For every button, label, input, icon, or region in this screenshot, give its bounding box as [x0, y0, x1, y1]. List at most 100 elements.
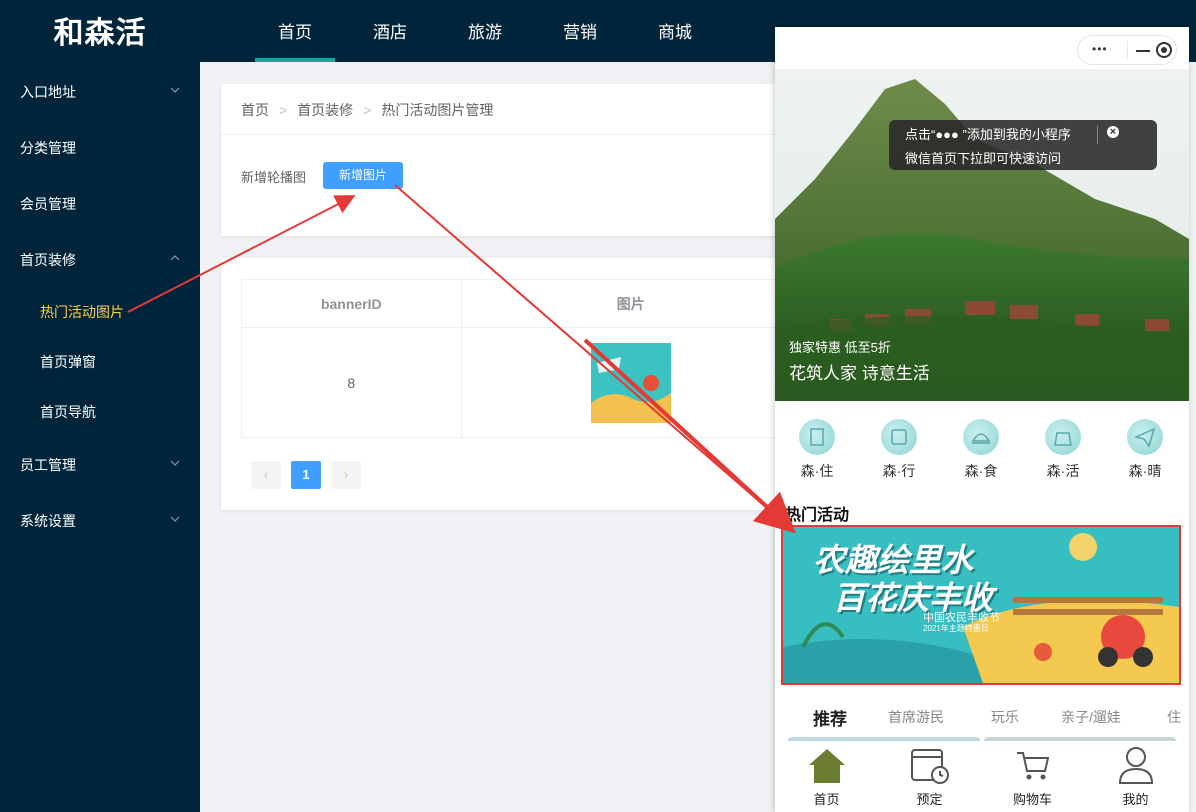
tooltip-divider	[1097, 126, 1098, 144]
sidebar-item-member[interactable]: 会员管理	[0, 184, 200, 224]
sidebar-item-home-popup[interactable]: 首页弹窗	[0, 342, 200, 382]
new-banner-label: 新增轮播图	[241, 170, 307, 185]
breadcrumb-separator: >	[363, 102, 372, 118]
divider	[221, 134, 791, 135]
banner-id-cell: 8	[241, 327, 462, 438]
category-label: 森·活	[1046, 463, 1080, 479]
table-card: bannerID 图片 8 ‹ 1 ›	[221, 258, 802, 510]
capsule-menu: •••	[1077, 35, 1177, 65]
chevron-down-icon	[170, 72, 180, 112]
sidebar-item-label: 首页弹窗	[40, 354, 96, 370]
sidebar-item-label: 热门活动图片	[40, 304, 124, 320]
breadcrumb-home[interactable]: 首页	[241, 102, 269, 118]
cart-icon	[1017, 752, 1050, 780]
image-cell	[460, 327, 802, 438]
tabbar-label: 我的	[1122, 792, 1149, 807]
close-icon[interactable]: ×	[1107, 126, 1119, 138]
sidebar-item-label: 系统设置	[20, 513, 76, 529]
sidebar-item-label: 分类管理	[20, 140, 76, 156]
pagination-prev[interactable]: ‹	[251, 461, 281, 489]
column-header-image: 图片	[460, 279, 802, 328]
tab-hotel[interactable]: 酒店	[350, 0, 430, 62]
minimize-icon[interactable]	[1136, 50, 1150, 52]
sidebar-item-label: 会员管理	[20, 196, 76, 212]
tabbar-mine[interactable]: 我的	[1084, 741, 1187, 812]
category-stay[interactable]: 森·住	[787, 419, 847, 481]
category-sunny[interactable]: 森·晴	[1115, 419, 1175, 481]
tab-mall[interactable]: 商城	[635, 0, 715, 62]
feed-tab-chief-traveler[interactable]: 首席游民	[888, 707, 944, 727]
hero-banner[interactable]: 独家特惠 低至5折 花筑人家 诗意生活	[775, 69, 1189, 401]
category-label: 森·食	[964, 463, 998, 479]
more-icon[interactable]: •••	[1092, 42, 1108, 56]
tabbar-booking[interactable]: 预定	[878, 741, 981, 812]
tooltip-line-2: 微信首页下拉即可快速访问	[905, 151, 1062, 166]
close-miniprogram-icon[interactable]	[1156, 42, 1172, 58]
sidebar-item-entry-address[interactable]: 入口地址	[0, 72, 200, 112]
bag-icon	[1045, 419, 1081, 455]
tabbar-cart[interactable]: 购物车	[981, 741, 1084, 812]
form-card: 首页 > 首页装修 > 热门活动图片管理 新增轮播图 新增图片	[221, 84, 791, 236]
feed-tab-stay[interactable]: 住	[1167, 707, 1181, 727]
hero-title: 花筑人家 诗意生活	[789, 364, 930, 383]
capsule-divider	[1127, 41, 1128, 59]
sidebar-item-label: 首页导航	[40, 404, 96, 420]
tab-home[interactable]: 首页	[255, 0, 335, 62]
banner-table: bannerID 图片 8	[241, 279, 802, 438]
pagination-page-1[interactable]: 1	[291, 461, 321, 489]
app-logo: 和森活	[53, 16, 147, 51]
breadcrumb-separator: >	[279, 102, 288, 118]
tabbar-label: 购物车	[1012, 792, 1052, 807]
breadcrumb: 首页 > 首页装修 > 热门活动图片管理	[241, 100, 493, 120]
chevron-up-icon	[170, 240, 180, 280]
tabbar-label: 预定	[916, 792, 943, 807]
feed-tab-recommend[interactable]: 推荐	[813, 705, 847, 730]
sidebar-item-settings[interactable]: 系统设置	[0, 501, 200, 541]
column-header-banner-id: bannerID	[241, 279, 462, 328]
category-label: 森·行	[882, 463, 916, 479]
user-icon	[1118, 747, 1154, 784]
chevron-down-icon	[170, 445, 180, 485]
hero-subtitle: 独家特惠 低至5折	[789, 340, 891, 355]
tab-marketing[interactable]: 营销	[540, 0, 620, 62]
paper-plane-icon	[1127, 419, 1163, 455]
feed-tab-family[interactable]: 亲子/遛娃	[1061, 707, 1121, 727]
miniprogram-preview: ••• 独家特惠 低至5折 花筑人家 诗意生活 点击“●●● ”添加到我的小程序…	[775, 27, 1189, 812]
category-travel[interactable]: 森·行	[869, 419, 929, 481]
add-miniprogram-tooltip: 点击“●●● ”添加到我的小程序 微信首页下拉即可快速访问 ×	[889, 120, 1157, 170]
pagination-next[interactable]: ›	[331, 461, 361, 489]
tabbar-home[interactable]: 首页	[775, 741, 878, 812]
sidebar: 和森活 入口地址 分类管理 会员管理 首页装修 热门活动图片 首页弹窗 首页导航…	[0, 0, 200, 812]
sidebar-item-hot-activity-image[interactable]: 热门活动图片	[0, 292, 200, 332]
sidebar-item-home-decor[interactable]: 首页装修	[0, 240, 200, 280]
sidebar-item-label: 入口地址	[20, 84, 76, 100]
sidebar-item-home-nav[interactable]: 首页导航	[0, 392, 200, 432]
home-icon	[809, 749, 845, 783]
feed-tab-play[interactable]: 玩乐	[991, 707, 1019, 727]
table-header-row: bannerID 图片	[241, 279, 802, 328]
breadcrumb-current: 热门活动图片管理	[381, 102, 494, 118]
sidebar-item-staff[interactable]: 员工管理	[0, 445, 200, 485]
section-title-hot-activity: 热门活动	[785, 507, 850, 524]
building-icon	[799, 419, 835, 455]
sidebar-item-label: 首页装修	[20, 252, 76, 268]
tabbar-label: 首页	[813, 792, 840, 807]
hot-activity-banner[interactable]: 农趣绘里水 百花庆丰收 中国农民丰收节 2021年主题特惠日	[781, 525, 1181, 685]
tooltip-line-1: 点击“●●● ”添加到我的小程序	[905, 127, 1071, 142]
banner-thumbnail[interactable]	[590, 342, 671, 423]
add-image-button[interactable]: 新增图片	[323, 162, 403, 189]
sidebar-item-category[interactable]: 分类管理	[0, 128, 200, 168]
category-label: 森·晴	[1128, 463, 1162, 479]
banner-subtitle-2: 2021年主题特惠日	[923, 624, 989, 633]
breadcrumb-home-decor[interactable]: 首页装修	[297, 102, 353, 118]
category-food[interactable]: 森·食	[951, 419, 1011, 481]
category-life[interactable]: 森·活	[1033, 419, 1093, 481]
table-row: 8	[241, 327, 802, 438]
luggage-icon	[881, 419, 917, 455]
tab-travel[interactable]: 旅游	[445, 0, 525, 62]
sidebar-item-label: 员工管理	[20, 457, 76, 473]
bottom-tab-bar: 首页 预定 购物车 我的	[775, 741, 1189, 812]
chevron-down-icon	[170, 501, 180, 541]
category-label: 森·住	[800, 463, 834, 479]
calendar-clock-icon	[911, 749, 949, 784]
